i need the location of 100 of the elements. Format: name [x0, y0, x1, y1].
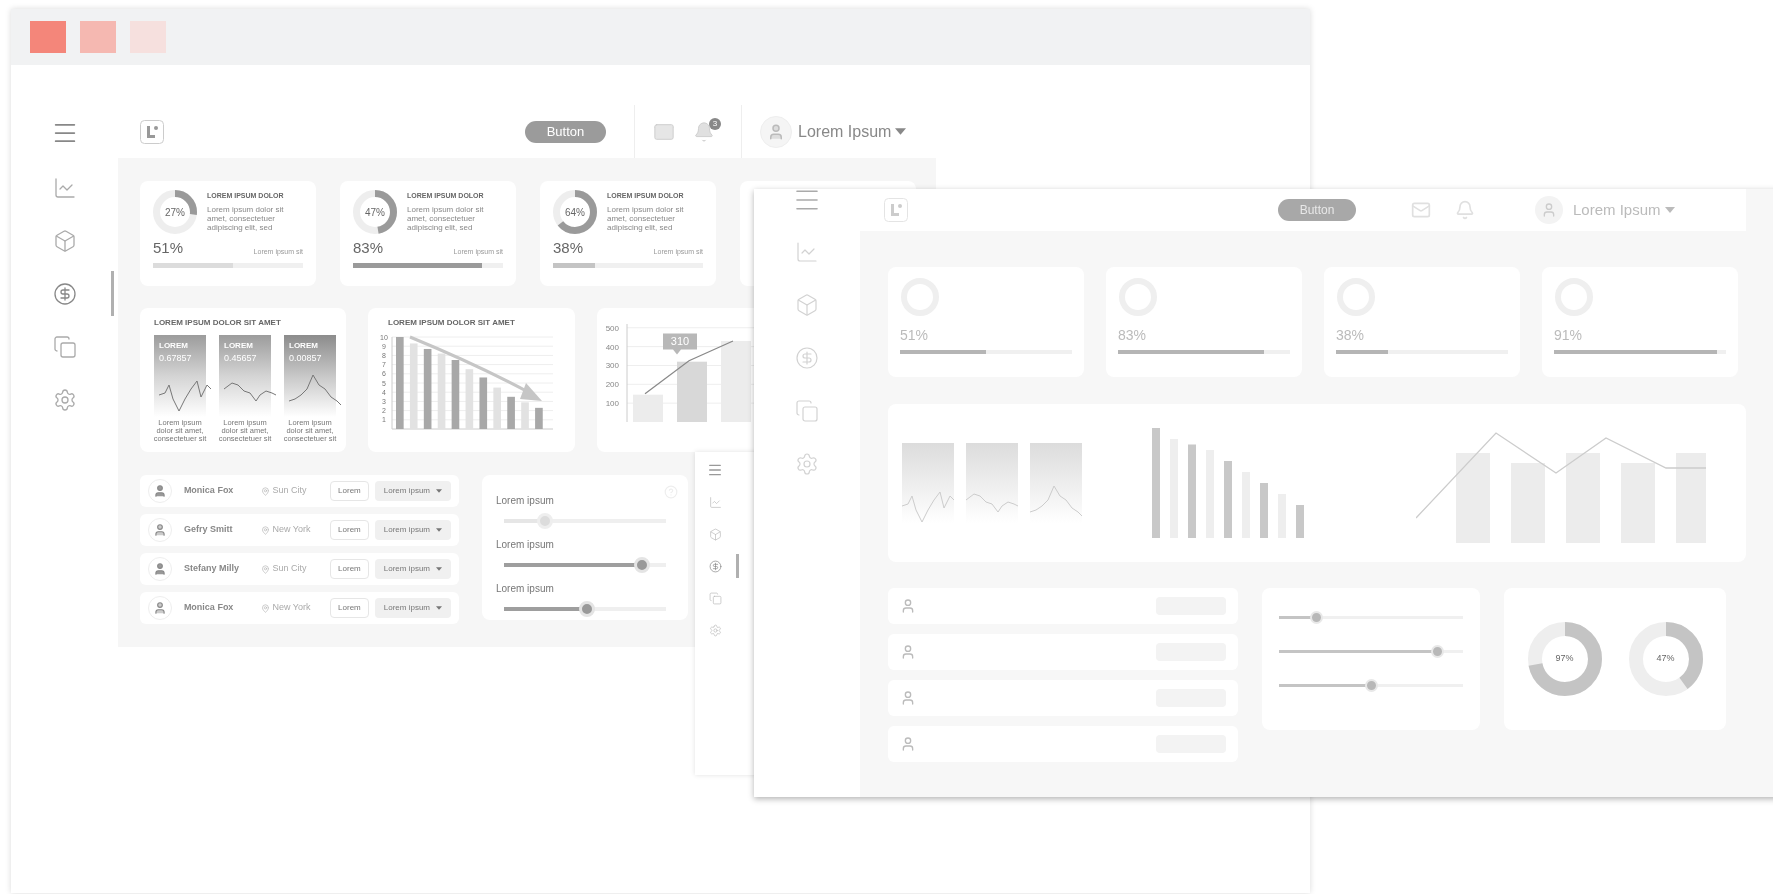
- menu-icon[interactable]: [707, 462, 723, 478]
- cards-icon: [795, 398, 819, 423]
- caret-icon: [436, 528, 442, 532]
- avatar-icon: [900, 736, 916, 752]
- logo-icon: [884, 198, 908, 222]
- row-button[interactable]: Lorem: [330, 598, 369, 618]
- row-button[interactable]: Lorem: [330, 559, 369, 579]
- caret-icon: [895, 128, 907, 135]
- row-button[interactable]: Lorem: [330, 481, 369, 501]
- stat-value: 83%: [353, 238, 384, 258]
- cube-icon: [795, 292, 819, 317]
- avatar-icon: [1535, 196, 1563, 224]
- tile-label: LOREM: [224, 340, 254, 352]
- chart-bar: [1296, 505, 1304, 538]
- card-text: Lorem ipsum dolor sit amet, consectetuer adipiscing elit, sed: [207, 204, 285, 232]
- avatar-icon: [760, 115, 792, 148]
- row-button[interactable]: Lorem: [330, 520, 369, 540]
- donut-label: 97%: [1555, 652, 1574, 666]
- location-pin-icon: [261, 486, 271, 496]
- axis-tick-label: 200: [605, 380, 619, 390]
- person-row[interactable]: [888, 680, 1238, 716]
- person-row[interactable]: Stefany Milly Sun City Lorem Lorem ipsum: [140, 553, 459, 585]
- slider-thumb[interactable]: [633, 557, 650, 573]
- location-pin-icon: [261, 525, 271, 535]
- settings-icon: [708, 623, 722, 637]
- axis-tick-label: 300: [605, 361, 619, 371]
- person-row[interactable]: [888, 588, 1238, 624]
- slider-label: Lorem ipsum: [496, 494, 555, 508]
- cards-icon: [52, 334, 77, 359]
- caret-icon: [436, 489, 442, 493]
- location-pin-icon: [261, 603, 271, 613]
- dollar-icon: [795, 345, 819, 370]
- window-button[interactable]: [80, 21, 116, 53]
- logo-icon: [140, 119, 164, 144]
- notification-button[interactable]: [693, 120, 715, 143]
- stat-value: 91%: [1554, 326, 1584, 345]
- slider-label: Lorem ipsum: [496, 538, 555, 552]
- person-city: Sun City: [272, 562, 308, 576]
- location-pin-icon: [261, 564, 271, 574]
- window-button[interactable]: [30, 21, 66, 53]
- avatar-icon: [900, 644, 916, 660]
- donut-label: 47%: [365, 205, 385, 220]
- card-text: Lorem ipsum dolor sit amet, consectetuer adipiscing elit, sed: [607, 204, 685, 232]
- stat-value: 51%: [900, 326, 930, 345]
- person-row[interactable]: [888, 634, 1238, 670]
- stat-value: 83%: [1118, 326, 1148, 345]
- primary-button[interactable]: Button: [525, 120, 606, 143]
- slider-thumb[interactable]: [1309, 610, 1323, 624]
- settings-icon: [795, 451, 819, 476]
- card-title: LOREM IPSUM DOLOR SIT AMET: [154, 317, 282, 329]
- cube-icon: [708, 527, 722, 541]
- chart-icon: [708, 495, 722, 509]
- annotation: 310: [670, 335, 690, 348]
- axis-tick-label: 500: [605, 323, 619, 333]
- bell-icon: [1455, 200, 1475, 220]
- person-row[interactable]: Gefry Smitt New York Lorem Lorem ipsum: [140, 514, 459, 546]
- chart-bar: [479, 377, 488, 429]
- slider-thumb[interactable]: [1365, 678, 1378, 692]
- person-city: New York: [272, 523, 312, 537]
- stat-value: 38%: [553, 238, 584, 258]
- tile-value: 0.45657: [224, 352, 258, 365]
- cards-icon: [708, 591, 722, 605]
- chart-bar: [535, 407, 543, 429]
- stat-value: 38%: [1336, 326, 1366, 345]
- card-text: Lorem ipsum dolor sit amet, consectetuer adipiscing elit, sed: [407, 204, 485, 232]
- person-row[interactable]: [888, 726, 1238, 762]
- person-city: Sun City: [272, 484, 308, 498]
- card-title: LOREM IPSUM DOLOR SIT AMET: [387, 317, 516, 329]
- bell-icon: [693, 120, 715, 143]
- notification-badge: 3: [709, 117, 721, 130]
- person-name: Stefany Milly: [183, 562, 240, 576]
- chart-bar: [677, 361, 707, 422]
- donut-label: 64%: [565, 205, 585, 220]
- caret-icon: [1664, 207, 1675, 213]
- cube-icon: [52, 228, 77, 253]
- stat-value: 51%: [153, 238, 184, 258]
- person-name: Monica Fox: [183, 484, 235, 498]
- person-row[interactable]: Monica Fox New York Lorem Lorem ipsum: [140, 592, 459, 624]
- caret-icon: [436, 567, 442, 571]
- chart-bar: [1260, 483, 1268, 538]
- person-city: New York: [272, 601, 312, 615]
- avatar-icon: [900, 690, 916, 706]
- slider-thumb[interactable]: [1431, 644, 1445, 658]
- slider-thumb[interactable]: [578, 601, 595, 617]
- row-dropdown[interactable]: Lorem ipsum: [374, 598, 451, 618]
- chart-bar: [507, 396, 515, 429]
- person-name: Gefry Smitt: [183, 523, 234, 537]
- slider-label: Lorem ipsum: [496, 582, 555, 596]
- donut-label: 27%: [165, 205, 185, 220]
- user-menu[interactable]: Lorem Ipsum: [798, 119, 907, 144]
- person-name: Monica Fox: [183, 601, 235, 615]
- tile-label: LOREM: [159, 340, 189, 352]
- row-dropdown[interactable]: Lorem ipsum: [374, 481, 451, 501]
- slider-thumb[interactable]: [536, 513, 553, 529]
- row-dropdown[interactable]: Lorem ipsum: [374, 520, 451, 540]
- row-dropdown[interactable]: Lorem ipsum: [374, 559, 451, 579]
- tile-value: 0.67857: [159, 352, 193, 365]
- donut-label: 47%: [1656, 652, 1675, 666]
- tile-label: LOREM: [289, 340, 319, 352]
- person-row[interactable]: Monica Fox Sun City Lorem Lorem ipsum: [140, 475, 459, 507]
